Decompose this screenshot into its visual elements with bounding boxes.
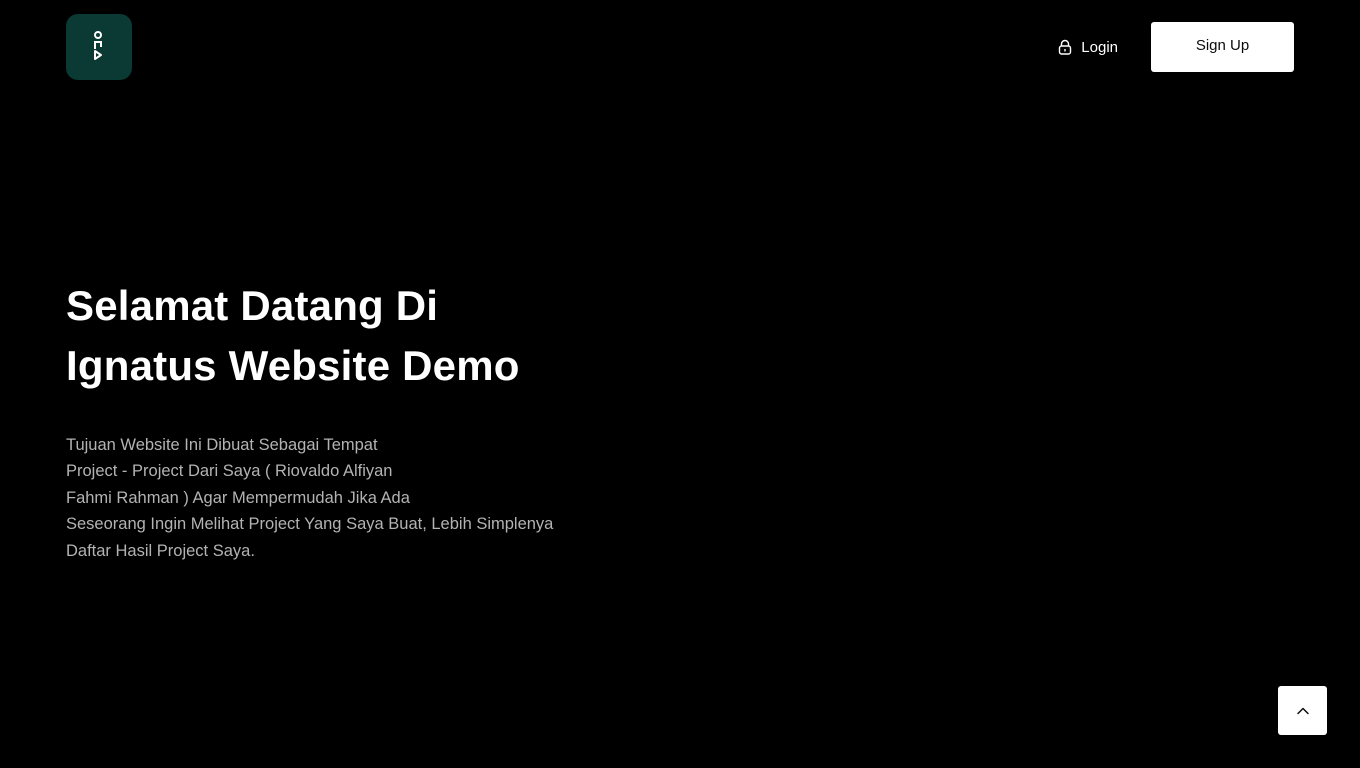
hero-description-line: Fahmi Rahman ) Agar Mempermudah Jika Ada xyxy=(66,488,410,507)
scroll-to-top-button[interactable] xyxy=(1278,686,1327,735)
sign-up-button[interactable]: Sign Up xyxy=(1151,22,1294,72)
ignatus-logo-icon xyxy=(94,31,102,60)
login-link[interactable]: Login xyxy=(1057,39,1118,56)
hero-title-line: Ignatus Website Demo xyxy=(66,342,520,389)
lock-icon xyxy=(1059,39,1072,55)
hero-description-line: Project - Project Dari Saya ( Riovaldo A… xyxy=(66,462,393,481)
hero-description-line: Seseorang Ingin Melihat Project Yang Say… xyxy=(66,515,554,534)
chevron-up-icon xyxy=(1296,707,1309,714)
hero-title-line: Selamat Datang Di xyxy=(66,282,439,329)
hero-description-line: Tujuan Website Ini Dibuat Sebagai Tempat xyxy=(66,436,378,454)
hero-title: Selamat Datang Di Ignatus Website Demo xyxy=(66,276,626,396)
login-label: Login xyxy=(1081,38,1118,56)
header-nav: Login Sign Up xyxy=(1057,22,1294,72)
hero-description: Tujuan Website Ini Dibuat Sebagai Tempat… xyxy=(66,432,606,564)
landing-page: Login Sign Up Selamat Datang Di Ignatus … xyxy=(0,0,1360,768)
hero-description-line: Daftar Hasil Project Saya. xyxy=(66,541,255,560)
hero-section: Selamat Datang Di Ignatus Website Demo T… xyxy=(66,276,626,564)
logo[interactable] xyxy=(66,14,132,80)
